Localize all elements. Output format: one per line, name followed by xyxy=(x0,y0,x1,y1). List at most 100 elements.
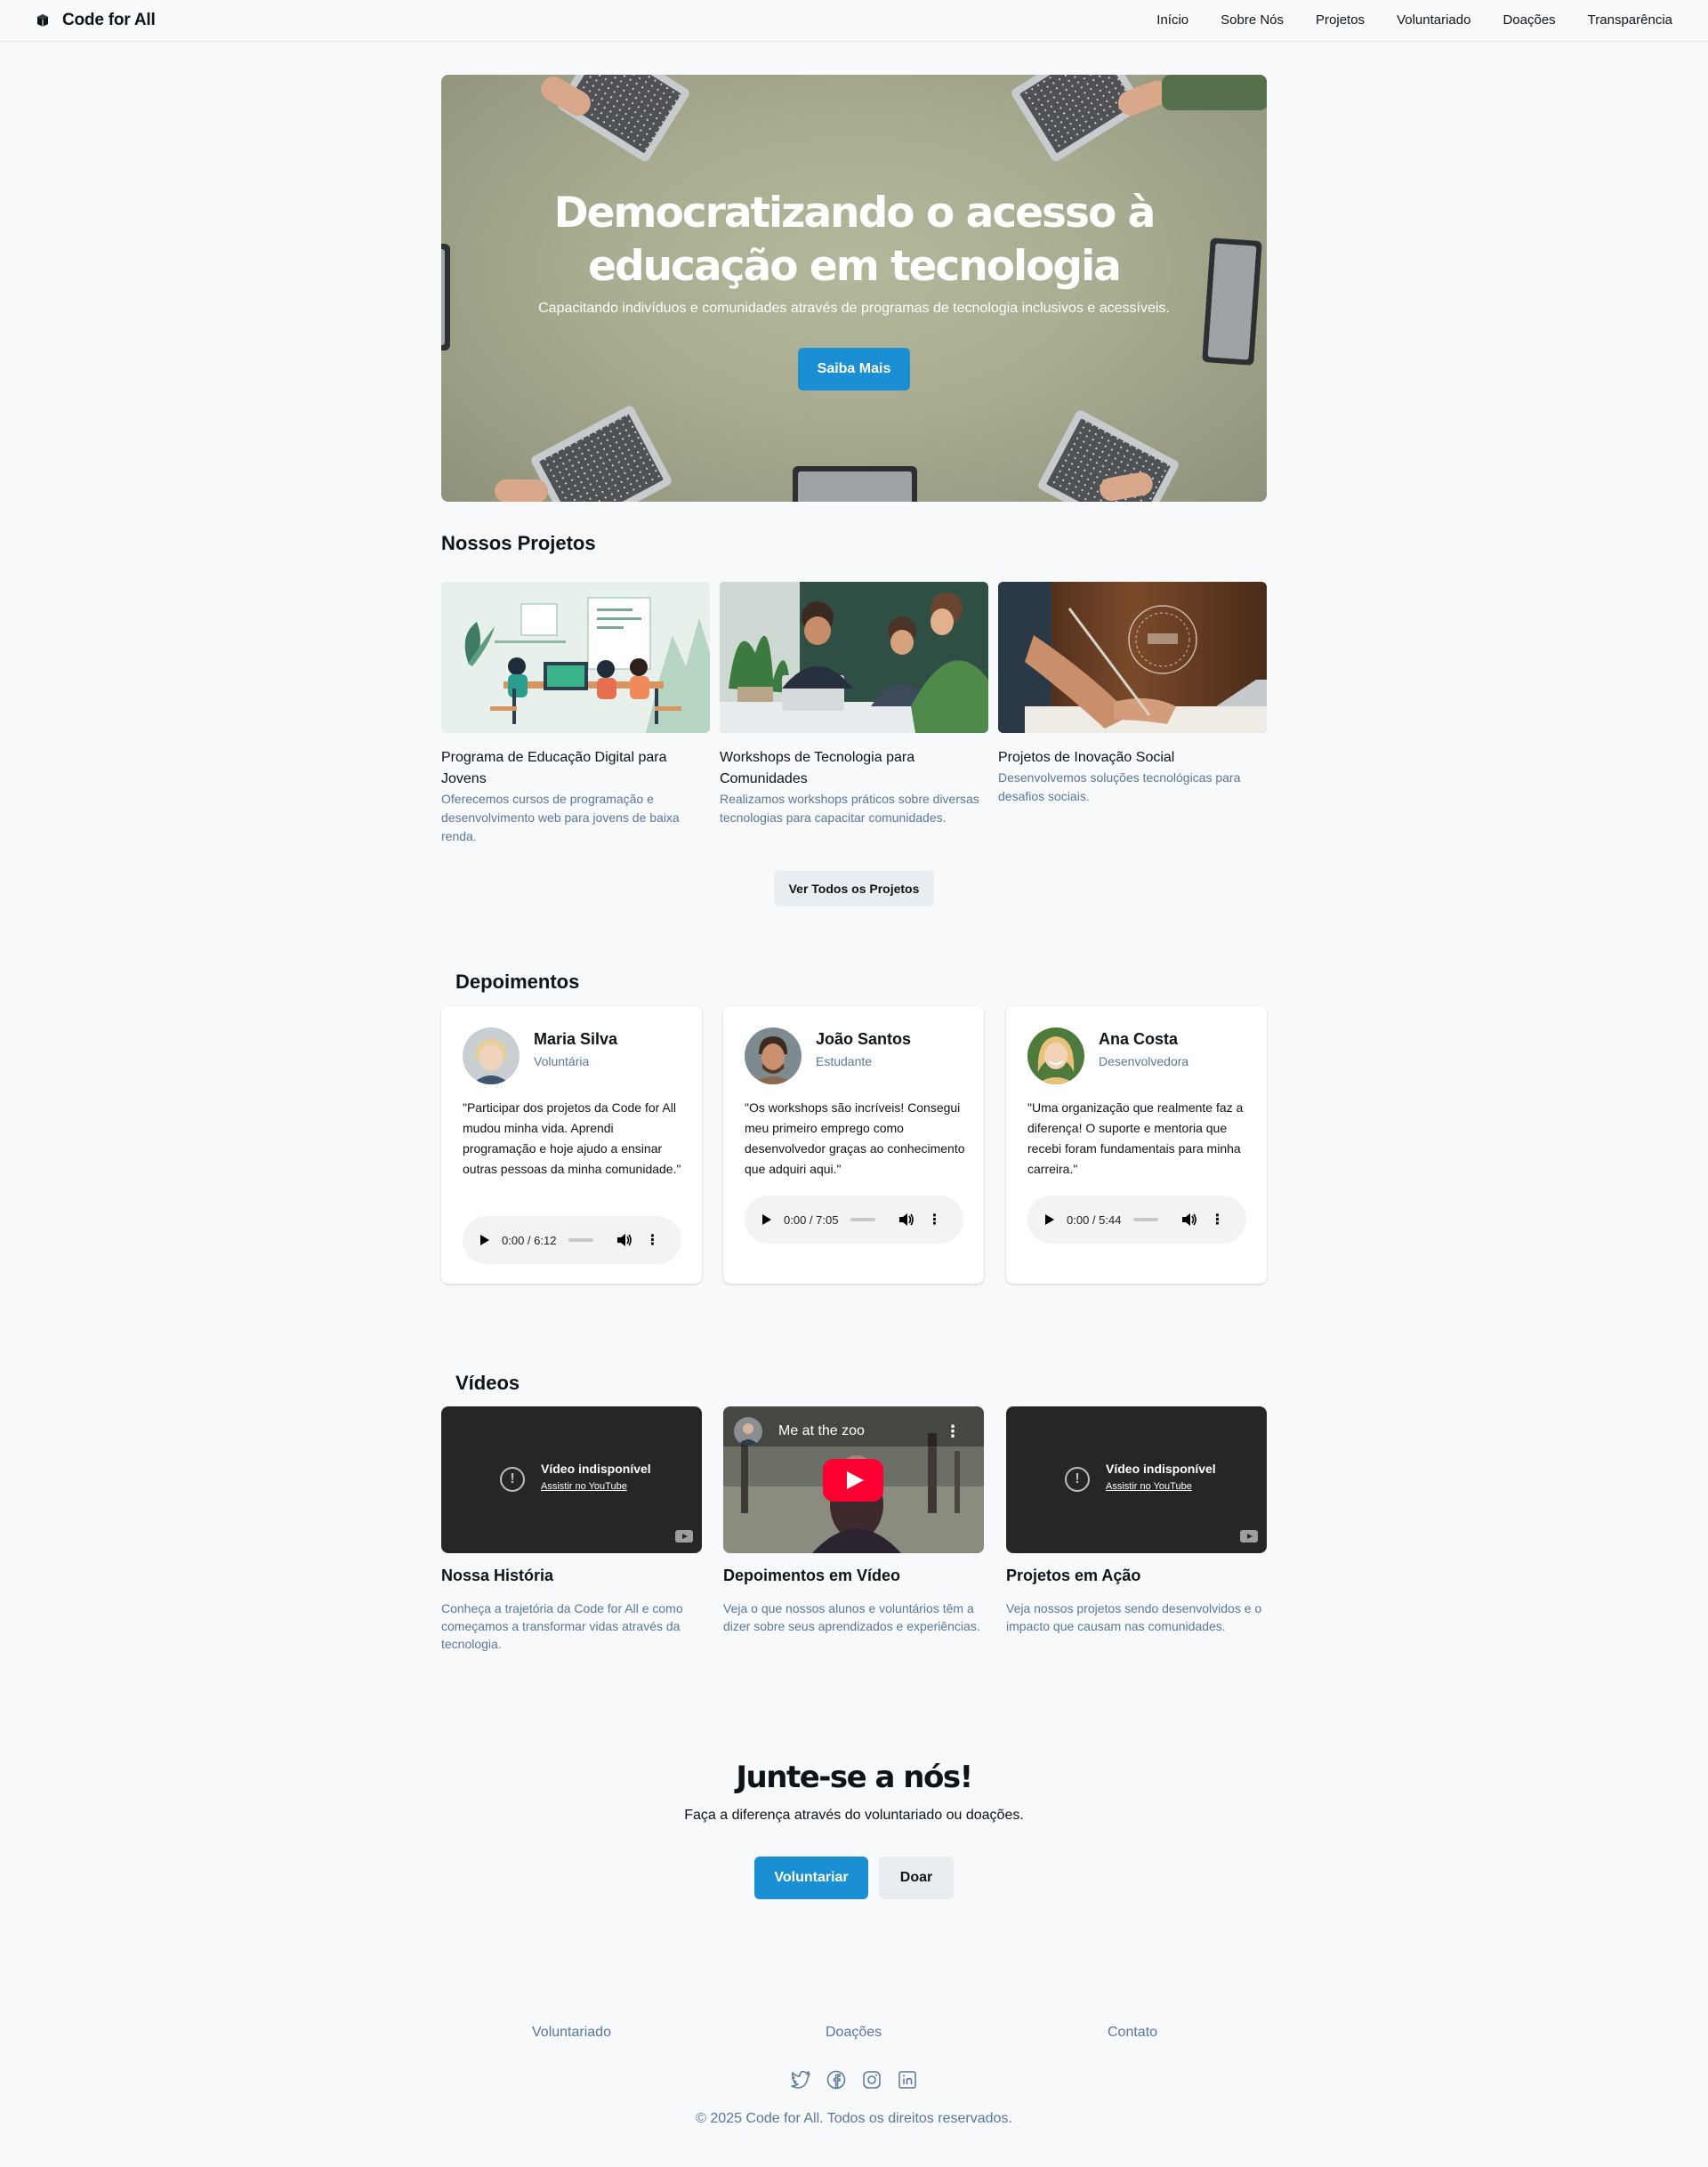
project-image-education xyxy=(441,582,710,733)
video-unavailable-label: Vídeo indisponível xyxy=(1106,1462,1216,1476)
instagram-icon[interactable] xyxy=(861,2069,882,2090)
copyright: © 2025 Code for All. Todos os direitos r… xyxy=(696,2111,1012,2126)
hero-subtitle: Capacitando indivíduos e comunidades atr… xyxy=(538,301,1170,316)
testimonial-quote: "Os workshops são incríveis! Consegui me… xyxy=(745,1100,965,1176)
video-embed-unavailable[interactable]: ! Vídeo indisponível Assistir no YouTube xyxy=(441,1406,702,1553)
audio-time: 0:00 / 5:44 xyxy=(1067,1212,1122,1227)
video-card: ! Vídeo indisponível Assistir no YouTube… xyxy=(441,1406,702,1653)
audio-time: 0:00 / 6:12 xyxy=(502,1233,557,1247)
twitter-icon[interactable] xyxy=(790,2069,811,2090)
linkedin-icon[interactable] xyxy=(897,2069,918,2090)
brand[interactable]: Code for All xyxy=(36,11,156,30)
play-icon[interactable] xyxy=(480,1235,489,1245)
audio-progress[interactable] xyxy=(1133,1218,1159,1221)
view-all-projects-button[interactable]: Ver Todos os Projetos xyxy=(774,871,934,906)
audio-progress[interactable] xyxy=(568,1238,594,1242)
footer-link-voluntariado[interactable]: Voluntariado xyxy=(532,2025,611,2041)
embed-video-title[interactable]: Me at the zoo xyxy=(778,1423,865,1439)
video-description: Conheça a trajetória da Code for All e c… xyxy=(441,1601,683,1651)
facebook-icon[interactable] xyxy=(826,2069,847,2090)
testimonial-card: Maria Silva Voluntária "Participar dos p… xyxy=(441,1006,702,1284)
donate-button[interactable]: Doar xyxy=(879,1857,954,1899)
volume-icon[interactable] xyxy=(898,1212,914,1227)
project-description: Oferecemos cursos de programação e desen… xyxy=(441,792,680,843)
play-icon[interactable] xyxy=(762,1214,771,1225)
video-title: Projetos em Ação xyxy=(1006,1567,1141,1584)
channel-avatar[interactable] xyxy=(734,1417,762,1446)
avatar xyxy=(1027,1027,1084,1084)
main-nav: Início Sobre Nós Projetos Voluntariado D… xyxy=(1124,12,1672,28)
testimonial-role: Desenvolvedora xyxy=(1099,1054,1189,1068)
video-embed[interactable]: Me at the zoo ⋮ xyxy=(723,1406,984,1553)
footer-link-doacoes[interactable]: Doações xyxy=(826,2025,882,2041)
audio-player[interactable]: 0:00 / 7:05 ⋮ xyxy=(745,1196,963,1244)
more-options-icon[interactable]: ⋮ xyxy=(1210,1211,1224,1229)
watch-on-youtube-link[interactable]: Assistir no YouTube xyxy=(1106,1481,1192,1492)
learn-more-button[interactable]: Saiba Mais xyxy=(798,348,910,391)
video-card: ! Vídeo indisponível Assistir no YouTube… xyxy=(1006,1406,1267,1635)
projects-section-title: Nossos Projetos xyxy=(441,532,596,554)
more-options-icon[interactable]: ⋮ xyxy=(645,1231,659,1249)
nav-voluntariado[interactable]: Voluntariado xyxy=(1397,12,1470,28)
testimonial-name: Maria Silva xyxy=(534,1030,618,1048)
volume-icon[interactable] xyxy=(1181,1212,1197,1227)
nav-inicio[interactable]: Início xyxy=(1156,12,1188,28)
video-card: Me at the zoo ⋮ Depoimentos em Vídeo Vej… xyxy=(723,1406,984,1635)
project-image-innovation xyxy=(998,582,1267,733)
error-icon: ! xyxy=(500,1467,525,1492)
watch-on-youtube-link[interactable]: Assistir no YouTube xyxy=(541,1481,627,1492)
audio-player[interactable]: 0:00 / 6:12 ⋮ xyxy=(463,1216,681,1264)
youtube-play-icon[interactable] xyxy=(823,1459,883,1502)
project-title: Projetos de Inovação Social xyxy=(998,750,1175,765)
testimonial-card: João Santos Estudante "Os workshops são … xyxy=(723,1006,984,1284)
video-embed-unavailable[interactable]: ! Vídeo indisponível Assistir no YouTube xyxy=(1006,1406,1267,1553)
testimonial-quote: "Participar dos projetos da Code for All… xyxy=(463,1100,681,1176)
video-title: Depoimentos em Vídeo xyxy=(723,1567,901,1584)
testimonial-name: Ana Costa xyxy=(1099,1030,1179,1048)
avatar xyxy=(463,1027,520,1084)
social-links xyxy=(790,2069,918,2090)
testimonial-name: João Santos xyxy=(816,1030,912,1048)
project-card[interactable]: Programa de Educação Digital para Jovens… xyxy=(441,582,710,846)
join-title: Junte-se a nós! xyxy=(736,1760,973,1795)
project-card[interactable]: Projetos de Inovação Social Desenvolvemo… xyxy=(998,582,1267,806)
footer-link-contato[interactable]: Contato xyxy=(1108,2025,1157,2041)
error-icon: ! xyxy=(1065,1467,1090,1492)
audio-progress[interactable] xyxy=(850,1218,876,1221)
volunteer-button[interactable]: Voluntariar xyxy=(754,1857,868,1899)
audio-player[interactable]: 0:00 / 5:44 ⋮ xyxy=(1027,1196,1246,1244)
volume-icon[interactable] xyxy=(616,1233,632,1247)
top-navbar: Code for All Início Sobre Nós Projetos V… xyxy=(0,0,1708,42)
video-description: Veja nossos projetos sendo desenvolvidos… xyxy=(1006,1601,1262,1633)
videos-section-title: Vídeos xyxy=(455,1372,520,1394)
video-description: Veja o que nossos alunos e voluntários t… xyxy=(723,1601,980,1633)
nav-transparencia[interactable]: Transparência xyxy=(1588,12,1672,28)
hero-title: Democratizando o acesso à educação em te… xyxy=(553,189,1156,291)
testimonial-card: Ana Costa Desenvolvedora "Uma organizaçã… xyxy=(1006,1006,1267,1284)
nav-sobre-nos[interactable]: Sobre Nós xyxy=(1221,12,1284,28)
nav-projetos[interactable]: Projetos xyxy=(1316,12,1365,28)
video-title: Nossa História xyxy=(441,1567,554,1584)
project-title: Workshops de Tecnologia para Comunidades xyxy=(720,750,915,786)
nav-doacoes[interactable]: Doações xyxy=(1503,12,1555,28)
project-title: Programa de Educação Digital para Jovens xyxy=(441,750,667,786)
youtube-icon[interactable] xyxy=(675,1530,693,1543)
project-card[interactable]: Workshops de Tecnologia para Comunidades… xyxy=(720,582,988,827)
project-description: Desenvolvemos soluções tecnológicas para… xyxy=(998,770,1241,803)
testimonial-role: Estudante xyxy=(816,1054,873,1068)
testimonials-section-title: Depoimentos xyxy=(455,971,580,993)
logo-icon xyxy=(37,14,48,27)
project-description: Realizamos workshops práticos sobre dive… xyxy=(720,792,979,825)
join-subtitle: Faça a diferença através do voluntariado… xyxy=(684,1808,1024,1823)
avatar xyxy=(745,1027,802,1084)
more-options-icon[interactable]: ⋮ xyxy=(927,1211,941,1229)
youtube-icon[interactable] xyxy=(1240,1530,1258,1543)
hero-banner: Democratizando o acesso à educação em te… xyxy=(441,75,1267,502)
brand-name: Code for All xyxy=(62,11,156,29)
play-icon[interactable] xyxy=(1045,1214,1054,1225)
project-image-workshops xyxy=(720,582,988,733)
video-unavailable-label: Vídeo indisponível xyxy=(541,1462,651,1476)
testimonial-quote: "Uma organização que realmente faz a dif… xyxy=(1027,1100,1244,1176)
testimonial-role: Voluntária xyxy=(534,1054,590,1068)
more-options-icon[interactable]: ⋮ xyxy=(945,1422,961,1441)
